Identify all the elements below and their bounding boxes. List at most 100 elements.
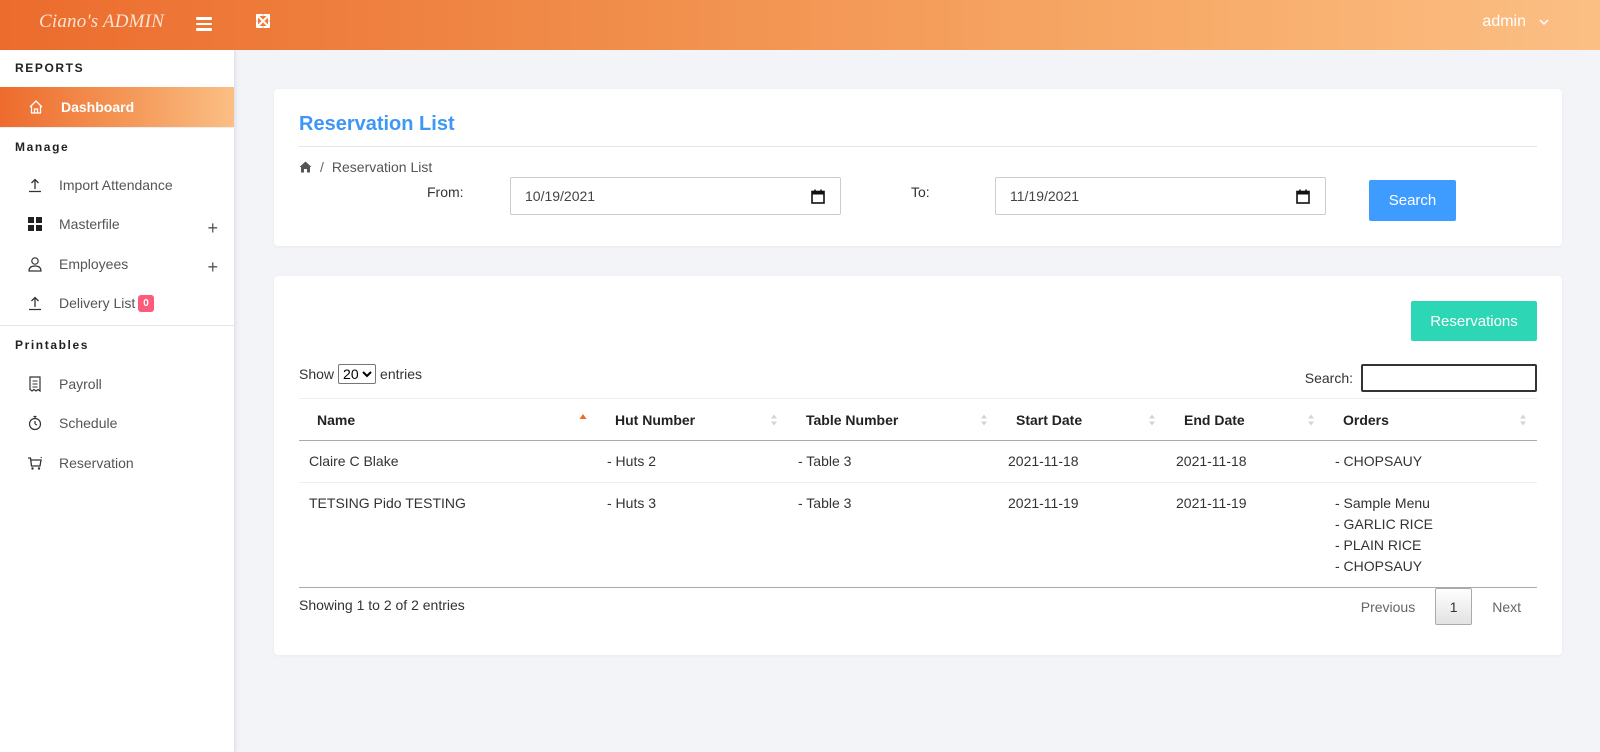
column-header-name[interactable]: Name	[299, 399, 597, 441]
reservations-button[interactable]: Reservations	[1411, 301, 1537, 341]
sidebar-item-label: Import Attendance	[59, 176, 173, 193]
sidebar-item-delivery-list[interactable]: Delivery List 0	[0, 284, 234, 324]
sidebar-item-label: Dashboard	[61, 99, 135, 115]
sidebar-item-masterfile[interactable]: Masterfile +	[0, 205, 234, 245]
section-printables: Printables	[15, 338, 90, 352]
sort-asc-icon	[579, 414, 587, 419]
order-item: - CHOPSAUY	[1335, 453, 1423, 469]
order-item: - Sample Menu	[1335, 495, 1430, 511]
from-date-input[interactable]: 10/19/2021	[510, 177, 841, 215]
column-header-end-date[interactable]: End Date	[1166, 399, 1325, 441]
column-label: Name	[317, 411, 356, 428]
from-label: From:	[427, 184, 464, 200]
search-label: Search:	[1304, 370, 1353, 386]
sort-both-icon	[981, 414, 987, 426]
fullscreen-icon[interactable]	[254, 12, 272, 30]
table-row: TETSING Pido TESTING - Huts 3 - Table 3 …	[299, 483, 1537, 588]
page-length-control: Show 20 entries	[299, 364, 422, 384]
sidebar-item-label: Payroll	[59, 375, 102, 392]
sidebar-item-label: Schedule	[59, 415, 118, 432]
cell-hut: - Huts 3	[607, 495, 657, 511]
cell-start-date: 2021-11-19	[1008, 495, 1079, 511]
show-label: Show	[299, 366, 335, 382]
breadcrumb-current: Reservation List	[331, 159, 433, 175]
column-label: Orders	[1343, 411, 1389, 428]
sort-both-icon	[1520, 414, 1526, 426]
page-1-button[interactable]: 1	[1435, 588, 1473, 625]
top-navbar: Ciano's ADMIN admin	[0, 0, 1600, 50]
order-item: - PLAIN RICE	[1335, 537, 1422, 553]
section-reports: REPORTS	[15, 61, 85, 75]
cell-end-date: 2021-11-18	[1176, 453, 1247, 469]
column-header-hut-number[interactable]: Hut Number	[597, 399, 788, 441]
filter-card: Reservation List / Reservation List From…	[274, 89, 1562, 246]
upload-icon	[26, 176, 44, 194]
home-icon[interactable]	[299, 161, 312, 173]
stopwatch-icon	[26, 414, 44, 432]
table-search: Search:	[1305, 364, 1537, 392]
cell-table: - Table 3	[798, 495, 852, 511]
order-item: - CHOPSAUY	[1335, 558, 1423, 574]
column-label: Start Date	[1016, 411, 1083, 428]
search-button[interactable]: Search	[1369, 180, 1456, 221]
section-manage: Manage	[0, 127, 234, 165]
delivery-count-badge: 0	[138, 294, 154, 312]
next-page-button[interactable]: Next	[1476, 599, 1537, 615]
cart-icon	[26, 454, 44, 472]
breadcrumb-separator: /	[320, 159, 324, 175]
table-header-row: Name Hut Number Table Number Start Date …	[299, 398, 1537, 441]
upload-icon	[26, 294, 44, 312]
column-header-start-date[interactable]: Start Date	[998, 399, 1166, 441]
expand-plus-icon[interactable]: +	[207, 257, 218, 278]
cell-hut: - Huts 2	[607, 453, 657, 469]
sidebar-item-employees[interactable]: Employees +	[0, 244, 234, 284]
column-header-orders[interactable]: Orders	[1325, 399, 1537, 441]
column-label: Table Number	[806, 411, 899, 428]
grid-icon	[26, 215, 44, 233]
cell-table: - Table 3	[798, 453, 852, 469]
column-label: Hut Number	[615, 411, 696, 428]
title-divider	[299, 146, 1537, 147]
column-header-table-number[interactable]: Table Number	[788, 399, 998, 441]
cell-name: TETSING Pido TESTING	[309, 495, 466, 511]
cell-start-date: 2021-11-18	[1008, 453, 1079, 469]
to-label: To:	[911, 184, 930, 200]
entries-label: entries	[380, 366, 423, 382]
sidebar-item-reservation[interactable]: Reservation	[0, 443, 234, 483]
user-menu[interactable]: admin	[1482, 13, 1550, 31]
table-search-input[interactable]	[1361, 364, 1537, 392]
sidebar-item-schedule[interactable]: Schedule	[0, 404, 234, 444]
receipt-icon	[26, 375, 44, 393]
chevron-down-icon	[1539, 19, 1549, 26]
calendar-icon[interactable]	[811, 189, 825, 204]
menu-toggle-icon[interactable]	[196, 17, 212, 31]
sort-both-icon	[1308, 414, 1314, 426]
table-row: Claire C Blake - Huts 2 - Table 3 2021-1…	[299, 441, 1537, 483]
pagination: Previous 1 Next	[1345, 588, 1537, 625]
table-info: Showing 1 to 2 of 2 entries	[299, 597, 465, 613]
from-date-value: 10/19/2021	[525, 188, 596, 204]
sidebar-item-label: Reservation	[59, 454, 134, 471]
calendar-icon[interactable]	[1296, 189, 1310, 204]
expand-plus-icon[interactable]: +	[207, 218, 218, 239]
to-date-input[interactable]: 11/19/2021	[995, 177, 1326, 215]
sidebar-item-label: Employees	[59, 255, 129, 272]
sort-both-icon	[1149, 414, 1155, 426]
cell-end-date: 2021-11-19	[1176, 495, 1247, 511]
user-name: admin	[1482, 13, 1526, 30]
brand-logo[interactable]: Ciano's ADMIN	[39, 11, 164, 33]
sidebar-item-payroll[interactable]: Payroll	[0, 364, 234, 404]
page-title: Reservation List	[299, 113, 455, 135]
cell-orders: - CHOPSAUY	[1325, 441, 1537, 483]
column-label: End Date	[1184, 411, 1245, 428]
sidebar-item-dashboard[interactable]: Dashboard	[0, 87, 234, 127]
user-icon	[26, 255, 44, 273]
sidebar: REPORTS Dashboard Manage Import Attendan…	[0, 50, 235, 752]
previous-page-button[interactable]: Previous	[1345, 599, 1431, 615]
order-item: - GARLIC RICE	[1335, 516, 1434, 532]
sort-both-icon	[771, 414, 777, 426]
page-length-select[interactable]: 20	[338, 364, 377, 384]
breadcrumb: / Reservation List	[299, 159, 432, 175]
sidebar-item-import-attendance[interactable]: Import Attendance	[0, 165, 234, 205]
reservations-table-card: Reservations Show 20 entries Search: Nam…	[274, 276, 1562, 655]
